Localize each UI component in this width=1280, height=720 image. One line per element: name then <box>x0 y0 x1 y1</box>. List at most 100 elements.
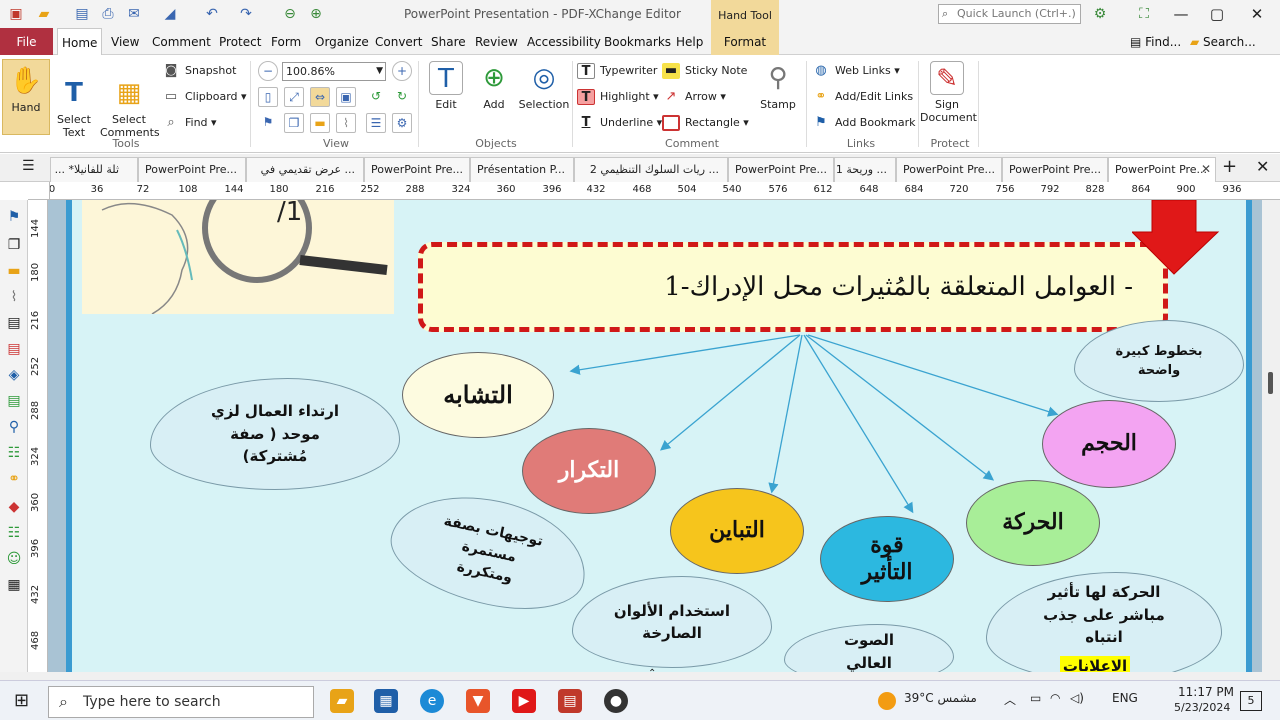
email-icon[interactable]: ✉ <box>124 4 144 24</box>
doc-tab-active[interactable]: PowerPoint Pre... ✕ <box>1108 157 1216 183</box>
menu-review[interactable]: Review <box>471 28 522 55</box>
windows-start-icon[interactable]: ⊞ <box>14 690 29 711</box>
clipboard-button[interactable]: ▭ Clipboard ▾ <box>162 87 247 107</box>
attachments-icon[interactable]: ⌇ <box>5 288 23 306</box>
open-folder-icon[interactable]: ▰ <box>34 4 54 24</box>
actual-size-icon[interactable]: ▯ <box>258 87 278 107</box>
doc-tab[interactable]: ... ريات السلوك التنظيمي 2 <box>574 157 728 182</box>
rotate-left-icon[interactable]: ↺ <box>366 87 386 107</box>
taskbar-search-input[interactable]: ⌕ Type here to search <box>48 686 314 718</box>
minimize-button[interactable]: — <box>1166 4 1196 24</box>
signatures-icon[interactable]: ▤ <box>5 340 23 358</box>
tag-icon[interactable]: ◆ <box>5 498 23 516</box>
find-tool-button[interactable]: ⌕ Find ▾ <box>162 113 216 133</box>
back-icon[interactable]: ⊖ <box>280 4 300 24</box>
recorder-icon[interactable]: ● <box>604 689 628 713</box>
fullscreen-icon[interactable]: ⛶ <box>1134 4 1154 24</box>
properties-panel-icon[interactable]: ⚙ <box>392 113 412 133</box>
menu-bookmarks[interactable]: Bookmarks <box>600 28 675 55</box>
volume-icon[interactable]: ◁) <box>1070 691 1084 705</box>
fit-page-icon[interactable]: ⤢ <box>284 87 304 107</box>
accessibility-icon[interactable]: ☺ <box>5 550 23 568</box>
menu-home[interactable]: Home <box>57 28 103 56</box>
save-icon[interactable]: ▤ <box>72 4 92 24</box>
brave-icon[interactable]: ▼ <box>466 689 490 713</box>
zoom-in-icon[interactable]: + <box>392 61 412 81</box>
tray-chevron-icon[interactable]: ︿ <box>1004 691 1016 708</box>
vertical-scrollbar[interactable] <box>1262 200 1280 672</box>
doc-tab[interactable]: Présentation P... <box>470 157 574 182</box>
clock-time[interactable]: 11:17 PM <box>1178 685 1234 699</box>
notifications-icon[interactable]: 5 <box>1240 691 1262 711</box>
document-icon[interactable]: ▤ <box>5 314 23 332</box>
rotate-right-icon[interactable]: ↻ <box>392 87 412 107</box>
youtube-icon[interactable]: ▶ <box>512 689 536 713</box>
wifi-icon[interactable]: ◠ <box>1050 691 1060 705</box>
page-icon[interactable]: ▤ <box>5 392 23 410</box>
bookmarks-panel-icon[interactable]: ⚑ <box>5 208 23 226</box>
redo-icon[interactable]: ↷ <box>236 4 256 24</box>
comments-panel-icon[interactable]: ▬ <box>310 113 330 133</box>
store-icon[interactable]: ▦ <box>374 689 398 713</box>
menu-protect[interactable]: Protect <box>215 28 265 55</box>
doc-tab[interactable]: PowerPoint Pre... <box>728 157 834 182</box>
select-text-button[interactable]: T Select Text <box>52 63 96 139</box>
pdf-xchange-icon[interactable]: ▤ <box>558 689 582 713</box>
undo-icon[interactable]: ↶ <box>202 4 222 24</box>
comments-icon[interactable]: ▬ <box>5 262 23 280</box>
links-icon[interactable]: ⚭ <box>5 470 23 488</box>
close-button[interactable]: ✕ <box>1242 4 1272 24</box>
weather-text[interactable]: 39°C مشمس <box>904 691 977 705</box>
menu-share[interactable]: Share <box>427 28 470 55</box>
language-indicator[interactable]: ENG <box>1112 691 1138 705</box>
highlight-button[interactable]: T Highlight ▾ <box>577 87 659 107</box>
doc-tab[interactable]: PowerPoint Pre... <box>1002 157 1108 182</box>
settings-icon[interactable]: ⚙ <box>1090 4 1110 24</box>
add-button[interactable]: ⊕ Add <box>472 61 516 111</box>
chevron-up-icon[interactable]: ⌃ <box>648 668 656 679</box>
menu-help[interactable]: Help <box>672 28 707 55</box>
layers-panel-icon[interactable]: ☰ <box>366 113 386 133</box>
forward-icon[interactable]: ⊕ <box>306 4 326 24</box>
tab-list-icon[interactable]: ☰ <box>22 158 35 174</box>
structure-icon[interactable]: ☷ <box>5 444 23 462</box>
sign-document-button[interactable]: ✎ Sign Document <box>920 61 977 124</box>
menu-view[interactable]: View <box>107 28 143 55</box>
menu-file[interactable]: File <box>0 28 53 55</box>
pages-panel-icon[interactable]: ❐ <box>284 113 304 133</box>
search-button[interactable]: ▰ Search... <box>1186 28 1260 55</box>
close-tab-icon[interactable]: ✕ <box>1201 158 1211 181</box>
menu-comment[interactable]: Comment <box>148 28 215 55</box>
thumbnails-panel-icon[interactable]: ❐ <box>5 236 23 254</box>
layers-icon[interactable]: ◈ <box>5 366 23 384</box>
scan-icon[interactable]: ◢ <box>160 4 180 24</box>
doc-tab[interactable]: PowerPoint Pre... <box>138 157 246 182</box>
attachments-panel-icon[interactable]: ⌇ <box>336 113 356 133</box>
menu-convert[interactable]: Convert <box>371 28 426 55</box>
hand-tool-button[interactable]: ✋ Hand <box>2 59 50 135</box>
close-document-icon[interactable]: ✕ <box>1256 157 1269 176</box>
selection-button[interactable]: ◎ Selection <box>518 61 570 111</box>
add-bookmark-button[interactable]: ⚑ Add Bookmark <box>812 113 915 133</box>
zoom-level-select[interactable]: 100.86% ▼ <box>282 62 386 81</box>
scrollbar-thumb[interactable] <box>1268 372 1273 394</box>
menu-organize[interactable]: Organize <box>311 28 373 55</box>
articles-icon[interactable]: ▦ <box>5 576 23 594</box>
doc-tab[interactable]: ثلة للفانيلا* ... <box>50 157 138 182</box>
horizontal-scroll-strip[interactable]: ⌃ <box>0 668 1280 680</box>
underline-button[interactable]: T Underline ▾ <box>577 113 663 133</box>
web-links-button[interactable]: ◍ Web Links ▾ <box>812 61 899 81</box>
rectangle-button[interactable]: Rectangle ▾ <box>662 113 749 133</box>
location-icon[interactable]: ⚲ <box>5 418 23 436</box>
snapshot-button[interactable]: ◙ Snapshot <box>162 61 237 81</box>
maximize-button[interactable]: ▢ <box>1202 4 1232 24</box>
fit-width-icon[interactable]: ⇔ <box>310 87 330 107</box>
edit-button[interactable]: T Edit <box>424 61 468 111</box>
print-icon[interactable]: ⎙ <box>98 4 118 24</box>
add-edit-links-button[interactable]: ⚭ Add/Edit Links <box>812 87 914 107</box>
zoom-out-icon[interactable]: − <box>258 61 278 81</box>
sticky-note-button[interactable]: ▬ Sticky Note <box>662 61 747 81</box>
document-canvas[interactable]: /1 1-العوامل المتعلقة بالمُثيرات محل الإ… <box>48 200 1262 672</box>
doc-tab[interactable]: ... عرض تقديمي في <box>246 157 364 182</box>
fit-visible-icon[interactable]: ▣ <box>336 87 356 107</box>
